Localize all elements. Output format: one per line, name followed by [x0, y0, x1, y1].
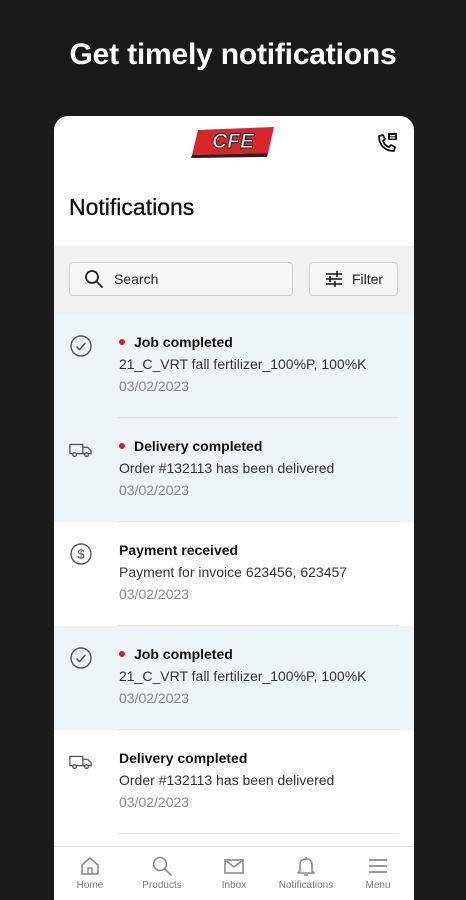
unread-dot — [119, 339, 125, 345]
app-screen: CFE Notifications Search Filter Job comp… — [54, 116, 414, 900]
search-input[interactable]: Search — [69, 262, 293, 296]
nav-home[interactable]: Home — [54, 847, 126, 900]
nav-products[interactable]: Products — [126, 847, 198, 900]
nav-home-label: Home — [76, 880, 104, 891]
notification-date: 03/02/2023 — [119, 482, 190, 498]
filter-button[interactable]: Filter — [309, 262, 398, 296]
envelope-icon — [224, 859, 244, 874]
check-circle-icon — [69, 334, 93, 358]
nav-inbox-label: Inbox — [221, 880, 247, 891]
notification-date: 03/02/2023 — [119, 690, 190, 706]
search-icon — [152, 856, 172, 876]
check-circle-icon — [69, 646, 93, 670]
nav-notifications-label: Notifications — [278, 880, 334, 891]
search-placeholder: Search — [114, 271, 159, 287]
notification-title: Delivery completed — [134, 438, 263, 454]
call-support-icon[interactable] — [374, 130, 400, 156]
page-title: Notifications — [69, 194, 195, 220]
sliders-icon — [325, 271, 342, 287]
nav-products-label: Products — [142, 880, 182, 891]
bottom-nav: Home Products Inbox Notifications Menu — [54, 846, 414, 900]
notification-title-row: Job completed — [119, 334, 233, 350]
unread-dot — [119, 651, 125, 657]
svg-text:$: $ — [77, 547, 85, 562]
truck-icon — [69, 750, 93, 774]
notification-title-row: Delivery completed — [119, 438, 262, 454]
notification-title-row: Payment received — [119, 542, 238, 558]
nav-notifications[interactable]: Notifications — [270, 847, 342, 900]
notification-description: Payment for invoice 623456, 623457 — [119, 564, 348, 580]
notification-list: Job completed 21_C_VRT fall fertilizer_10… — [54, 314, 414, 834]
nav-menu[interactable]: Menu — [342, 847, 414, 900]
top-bar: CFE — [54, 116, 414, 176]
filter-label: Filter — [351, 271, 384, 287]
search-icon — [85, 270, 103, 288]
home-icon — [81, 857, 99, 875]
bell-icon — [297, 857, 315, 876]
unread-dot — [119, 443, 125, 449]
svg-text:CFE: CFE — [212, 130, 255, 153]
notification-description: 21_C_VRT fall fertilizer_100%P, 100%K — [119, 356, 367, 372]
cfe-logo: CFE — [191, 127, 274, 158]
nav-menu-label: Menu — [365, 880, 391, 891]
notification-title: Job completed — [134, 334, 233, 350]
notification-item[interactable]: Job completed 21_C_VRT fall fertilizer_10… — [54, 314, 414, 418]
notification-description: 21_C_VRT fall fertilizer_100%P, 100%K — [119, 668, 367, 684]
notification-title: Delivery completed — [119, 750, 248, 766]
nav-inbox[interactable]: Inbox — [198, 847, 270, 900]
notification-description: Order #132113 has been delivered — [119, 772, 335, 788]
divider — [118, 833, 399, 834]
notification-item[interactable]: $ Payment received Payment for invoice 623… — [54, 522, 414, 626]
dollar-circle-icon: $ — [69, 542, 93, 566]
notification-title: Job completed — [134, 646, 233, 662]
search-toolbar: Search Filter — [54, 246, 414, 314]
notification-item[interactable]: Job completed 21_C_VRT fall fertilizer_10… — [54, 626, 414, 730]
notification-description: Order #132113 has been delivered — [119, 460, 335, 476]
notification-title-row: Delivery completed — [119, 750, 247, 766]
truck-icon — [69, 438, 93, 462]
notification-date: 03/02/2023 — [119, 378, 190, 394]
notification-date: 03/02/2023 — [119, 586, 190, 602]
notification-title: Payment received — [119, 542, 239, 558]
hamburger-menu-icon — [369, 859, 387, 873]
notification-item[interactable]: Delivery completed Order #132113 has been… — [54, 418, 414, 522]
notification-item[interactable]: Delivery completed Order #132113 has been… — [54, 730, 414, 834]
notification-date: 03/02/2023 — [119, 794, 190, 810]
promo-headline: Get timely notifications — [69, 38, 397, 71]
notification-title-row: Job completed — [119, 646, 233, 662]
